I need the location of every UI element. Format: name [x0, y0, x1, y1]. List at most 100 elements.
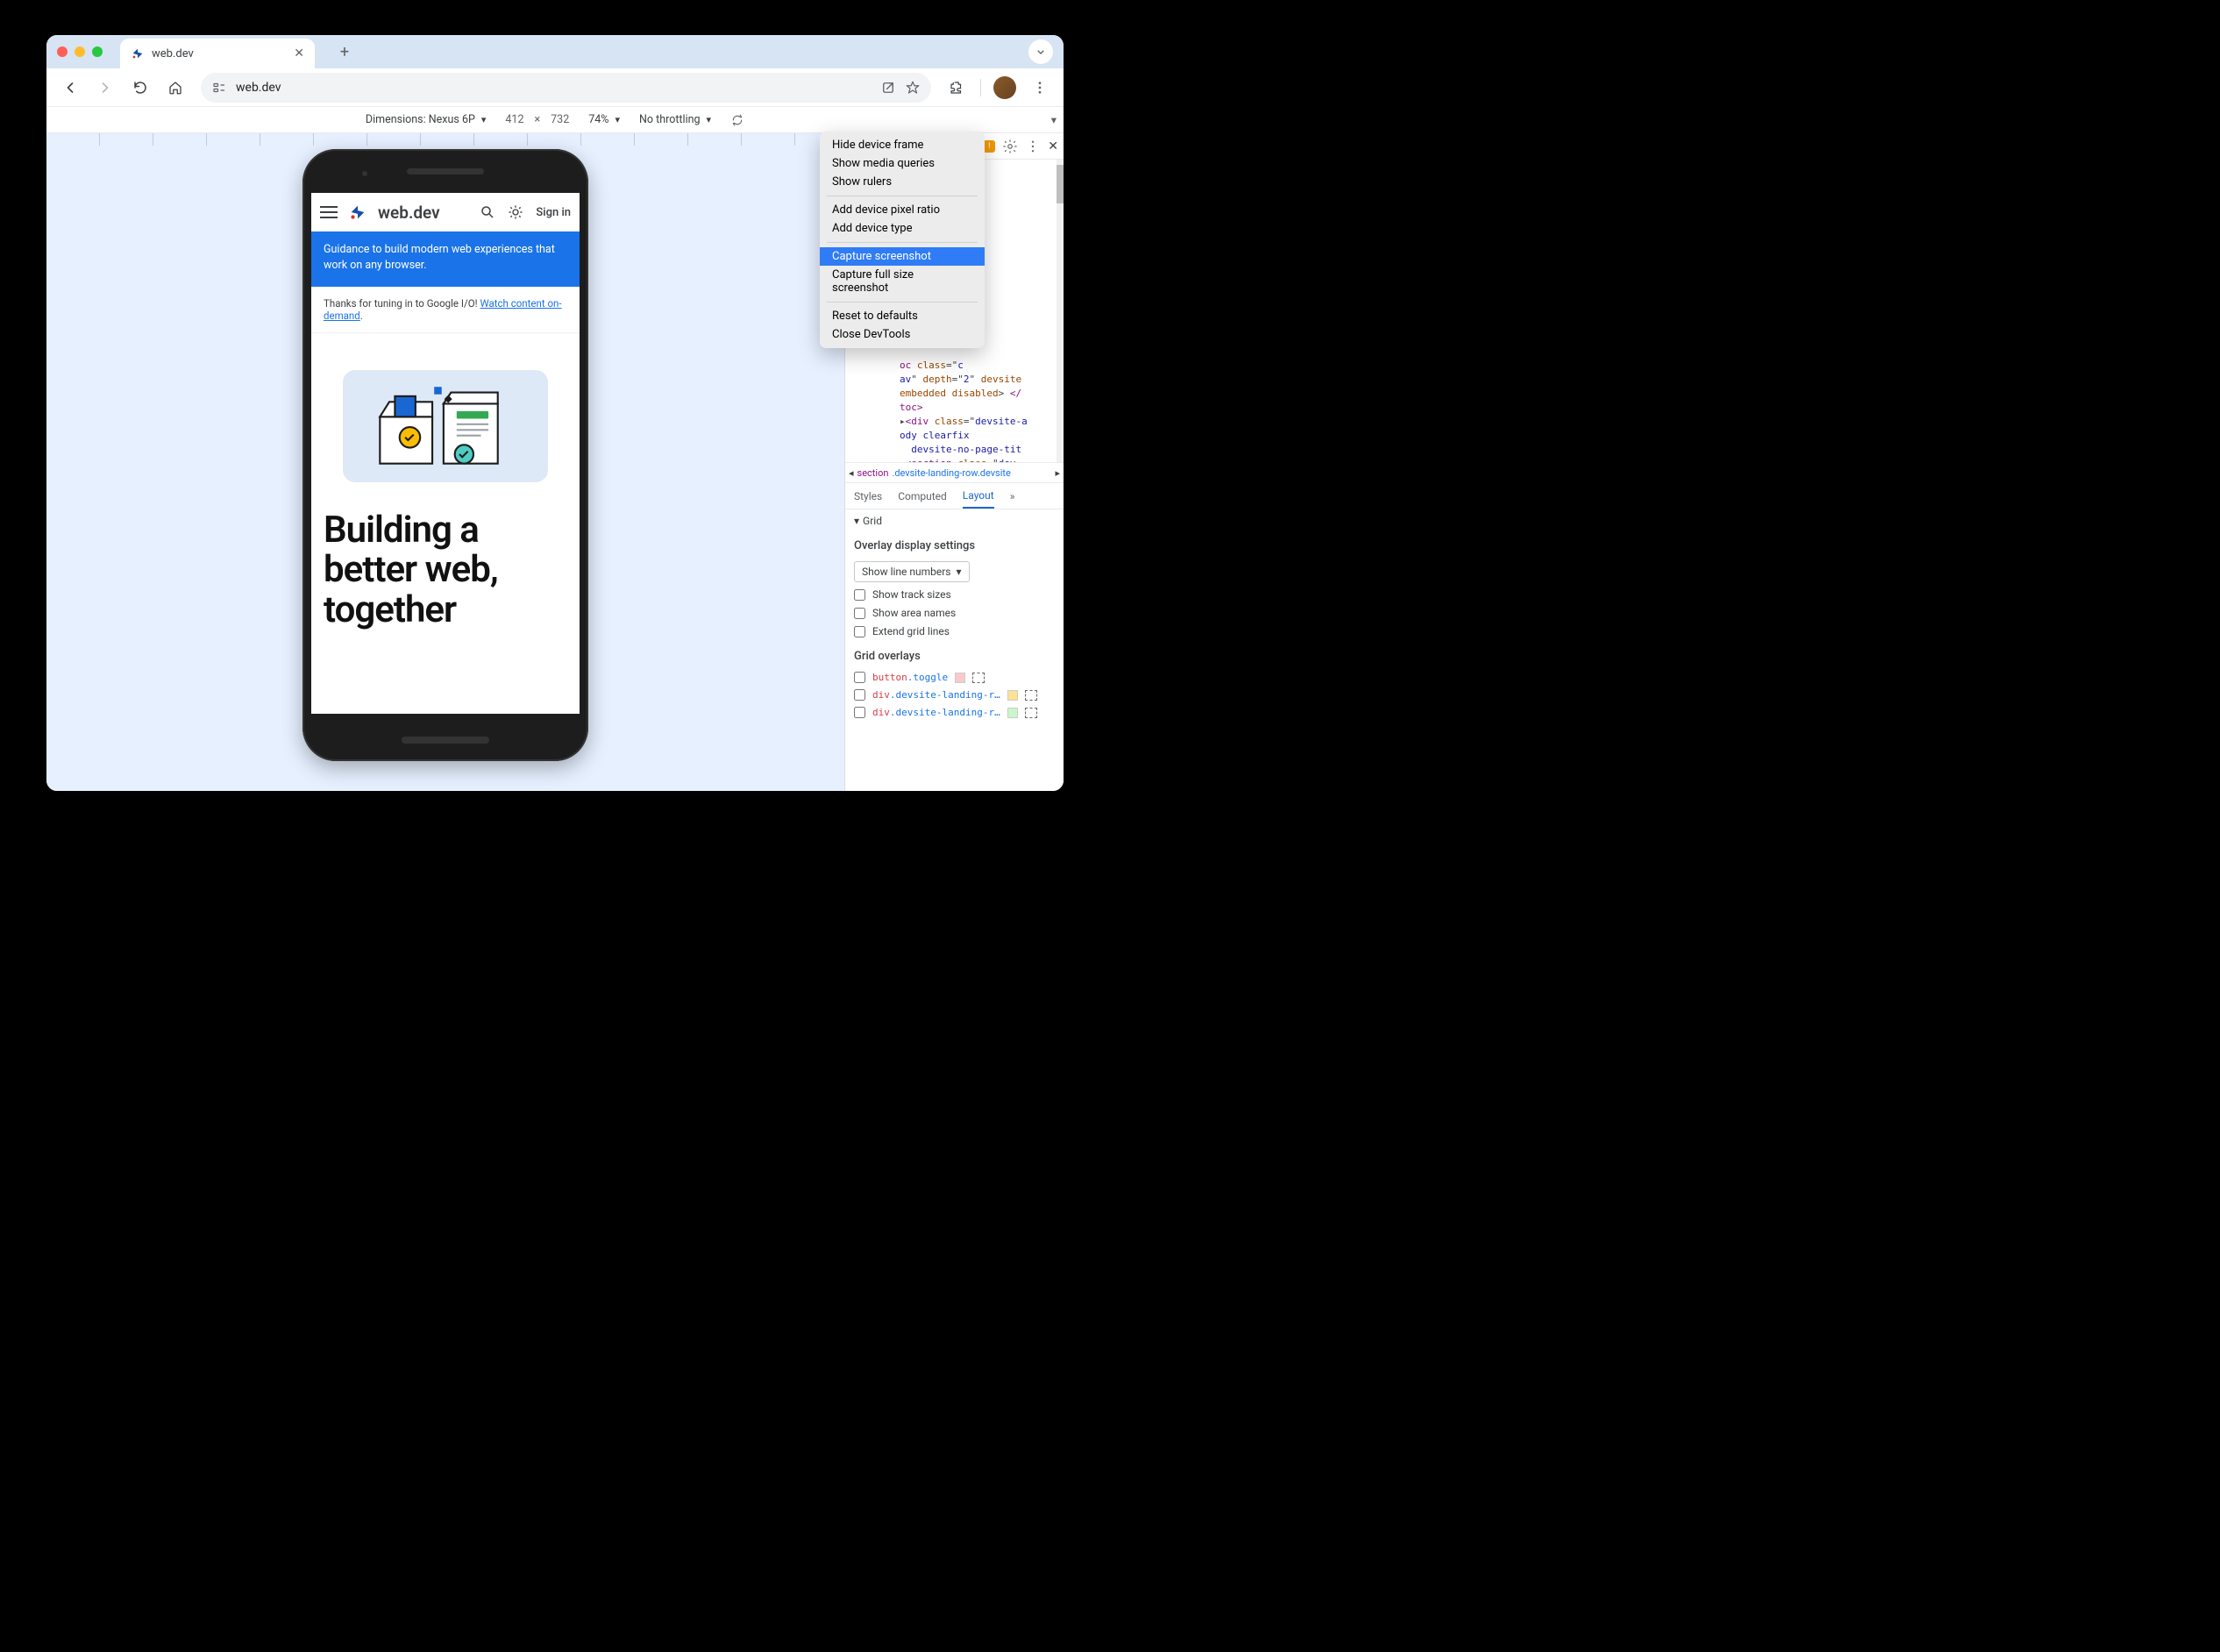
new-tab-button[interactable]: +	[332, 39, 357, 64]
elements-scrollbar[interactable]	[1057, 160, 1064, 462]
page-logo-icon	[348, 203, 367, 222]
reload-button[interactable]	[125, 73, 155, 103]
illustration-area	[311, 333, 580, 491]
line-numbers-dropdown[interactable]: Show line numbers ▾	[854, 561, 970, 582]
signin-link[interactable]: Sign in	[536, 206, 571, 219]
profile-avatar[interactable]	[993, 76, 1016, 99]
tab-close-button[interactable]: ✕	[294, 46, 304, 61]
device-toolbar: Dimensions: Nexus 6P 412 × 732 74% No th…	[46, 107, 1064, 133]
overlay-swatch-0[interactable]	[955, 673, 965, 683]
overlay-checkbox-1[interactable]	[854, 689, 865, 701]
share-icon[interactable]	[880, 80, 896, 96]
warning-badge[interactable]: !	[983, 140, 995, 153]
page-logo-text: web.dev	[378, 203, 440, 223]
chk-area-names-input[interactable]	[854, 608, 865, 619]
browser-tab[interactable]: web.dev ✕	[120, 39, 315, 68]
page-banner: Guidance to build modern web experiences…	[311, 231, 580, 287]
grid-overlay-item[interactable]: div.devsite-landing-r…	[854, 689, 1055, 701]
bookmark-icon[interactable]	[905, 80, 921, 96]
chrome-menu-button[interactable]	[1025, 73, 1055, 103]
overlay-checkbox-0[interactable]	[854, 672, 865, 683]
omnibox-actions	[880, 80, 921, 96]
menu-add-dpr[interactable]: Add device pixel ratio	[820, 201, 985, 219]
chk-area-label: Show area names	[872, 607, 956, 619]
tab-styles[interactable]: Styles	[854, 483, 882, 509]
overlay-settings-title: Overlay display settings	[854, 539, 1055, 552]
overlay-swatch-2[interactable]	[1007, 708, 1018, 718]
tab-favicon	[131, 46, 145, 61]
menu-close-devtools[interactable]: Close DevTools	[820, 325, 985, 344]
device-options-menu: Hide device frame Show media queries Sho…	[820, 132, 985, 348]
page-header: web.dev Sign in	[311, 193, 580, 231]
tab-layout[interactable]: Layout	[963, 483, 994, 509]
home-button[interactable]	[160, 73, 190, 103]
devtools-close-button[interactable]: ✕	[1048, 139, 1058, 153]
extensions-button[interactable]	[942, 73, 971, 103]
chk-area-names[interactable]: Show area names	[854, 607, 1055, 619]
chk-extend-lines[interactable]: Extend grid lines	[854, 625, 1055, 637]
window-menu-button[interactable]	[1028, 39, 1053, 64]
toolbar-separator	[980, 79, 981, 96]
overlay-highlight-icon[interactable]	[1025, 690, 1037, 701]
device-screen: web.dev Sign in Guidance to build modern…	[311, 193, 580, 714]
grid-overlay-item[interactable]: div.devsite-landing-r…	[854, 707, 1055, 718]
address-bar[interactable]: web.dev	[201, 73, 931, 103]
grid-section-label: Grid	[863, 515, 882, 527]
menu-capture-full-screenshot[interactable]: Capture full size screenshot	[820, 266, 985, 297]
device-more-dropdown[interactable]: ▾	[1051, 113, 1057, 127]
device-width: 412	[505, 113, 523, 126]
chk-extend-label: Extend grid lines	[872, 625, 950, 637]
chk-track-label: Show track sizes	[872, 588, 951, 601]
overlay-name-1: div.devsite-landing-r…	[872, 689, 1000, 701]
menu-show-media-queries[interactable]: Show media queries	[820, 154, 985, 173]
menu-separator	[827, 242, 978, 243]
overlay-swatch-1[interactable]	[1007, 690, 1018, 701]
grid-section-toggle[interactable]: ▾ Grid	[854, 515, 1055, 527]
search-icon[interactable]	[480, 204, 495, 220]
zoom-dropdown[interactable]: 74%	[588, 113, 620, 126]
menu-capture-screenshot[interactable]: Capture screenshot	[820, 247, 985, 266]
site-controls-icon[interactable]	[211, 80, 227, 96]
overlay-highlight-icon[interactable]	[972, 673, 985, 683]
menu-reset-defaults[interactable]: Reset to defaults	[820, 307, 985, 325]
toolbar: web.dev	[46, 68, 1064, 107]
chk-extend-lines-input[interactable]	[854, 626, 865, 637]
subtabs-more-icon[interactable]: »	[1010, 490, 1015, 502]
tab-computed[interactable]: Computed	[898, 483, 947, 509]
grid-overlay-item[interactable]: button.toggle	[854, 672, 1055, 683]
devtools-menu-icon[interactable]	[1025, 139, 1041, 154]
theme-toggle-icon[interactable]	[508, 204, 523, 220]
hero-heading: Building a better web, together	[311, 491, 580, 630]
elements-breadcrumb[interactable]: ◂ section.devsite-landing-row.devsite ▸	[845, 462, 1064, 483]
breadcrumb-tag: section	[857, 467, 889, 479]
menu-hide-device-frame[interactable]: Hide device frame	[820, 136, 985, 154]
back-button[interactable]	[55, 73, 85, 103]
device-height: 732	[551, 113, 569, 126]
device-speaker	[407, 168, 484, 174]
menu-add-device-type[interactable]: Add device type	[820, 219, 985, 238]
forward-button[interactable]	[90, 73, 120, 103]
overlay-highlight-icon[interactable]	[1025, 708, 1037, 718]
device-dimensions-dropdown[interactable]: Dimensions: Nexus 6P	[366, 113, 486, 126]
ruler	[46, 133, 844, 146]
hamburger-menu-button[interactable]	[320, 206, 338, 218]
close-window-button[interactable]	[57, 46, 68, 57]
rotate-icon[interactable]	[730, 113, 744, 127]
chrome-window: web.dev ✕ + web.dev	[46, 35, 1064, 791]
settings-gear-icon[interactable]	[1002, 139, 1018, 154]
zoom-window-button[interactable]	[92, 46, 103, 57]
menu-show-rulers[interactable]: Show rulers	[820, 173, 985, 191]
dropdown-value: Show line numbers	[862, 566, 951, 578]
overlay-name-2: div.devsite-landing-r…	[872, 707, 1000, 718]
minimize-window-button[interactable]	[75, 46, 85, 57]
titlebar: web.dev ✕ +	[46, 35, 1064, 68]
device-frame: web.dev Sign in Guidance to build modern…	[302, 149, 588, 761]
hero-illustration	[343, 370, 548, 482]
overlay-checkbox-2[interactable]	[854, 707, 865, 718]
info-suffix: .	[360, 310, 363, 322]
chk-track-sizes-input[interactable]	[854, 589, 865, 601]
dimension-values: 412 × 732	[505, 113, 569, 126]
chk-track-sizes[interactable]: Show track sizes	[854, 588, 1055, 601]
throttling-dropdown[interactable]: No throttling	[639, 113, 711, 126]
device-by: ×	[534, 113, 540, 126]
